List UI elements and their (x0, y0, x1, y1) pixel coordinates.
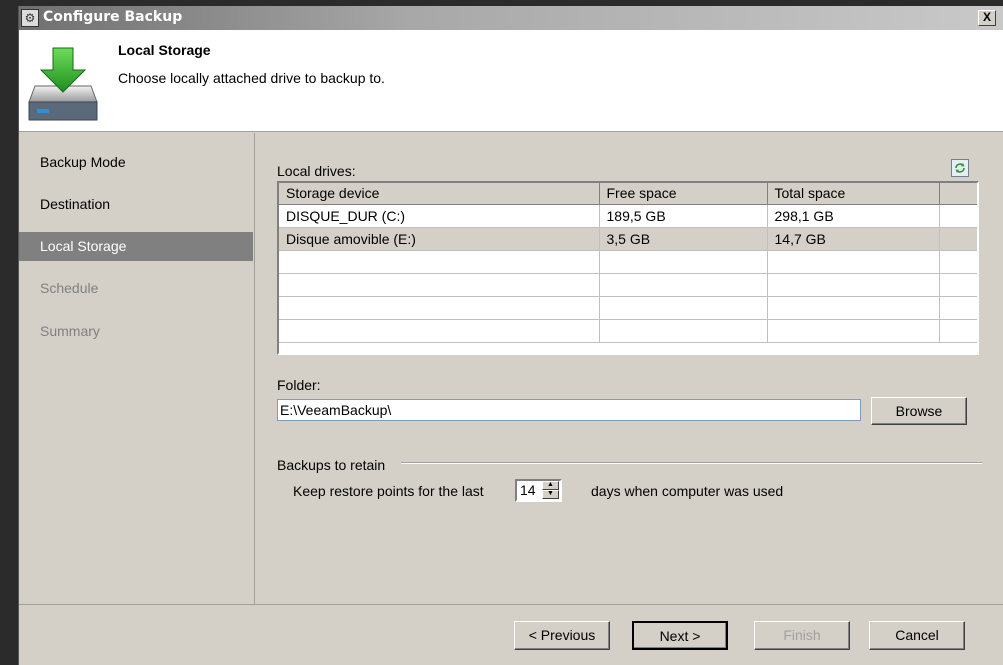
stepper-down-arrow-icon[interactable]: ▼ (542, 490, 559, 499)
column-free-space[interactable]: Free space (599, 183, 768, 205)
title-bar[interactable]: ⚙ Configure Backup X (19, 6, 1003, 30)
wizard-header: Local Storage Choose locally attached dr… (19, 30, 1003, 132)
empty-row (279, 273, 977, 297)
empty-row (279, 250, 977, 274)
header-title: Local Storage (118, 42, 211, 58)
window-title: Configure Backup (43, 9, 183, 25)
app-gear-icon: ⚙ (21, 9, 39, 27)
table-row[interactable]: DISQUE_DUR (C:) 189,5 GB 298,1 GB (279, 204, 977, 228)
column-total-space[interactable]: Total space (767, 183, 940, 205)
table-header-row: Storage device Free space Total space (279, 183, 977, 205)
drive-download-icon (28, 47, 98, 121)
finish-button: Finish (754, 621, 850, 650)
empty-row (279, 319, 977, 343)
backups-to-retain-label: Backups to retain (277, 457, 386, 473)
retain-prefix-label: Keep restore points for the last (293, 483, 484, 499)
cell-total: 14,7 GB (767, 227, 940, 251)
wizard-content: Local drives: Storage device Free space … (256, 133, 1003, 604)
wizard-steps-sidebar: Backup Mode Destination Local Storage Sc… (19, 133, 255, 604)
table-row-selected[interactable]: Disque amovible (E:) 3,5 GB 14,7 GB (279, 227, 977, 251)
folder-path-input[interactable]: E:\VeeamBackup\ (277, 399, 861, 421)
browse-button[interactable]: Browse (871, 397, 967, 425)
sidebar-item-schedule: Schedule (40, 280, 99, 296)
next-button[interactable]: Next > (632, 621, 728, 650)
refresh-icon (955, 163, 965, 173)
sidebar-item-summary: Summary (40, 323, 100, 339)
retain-suffix-label: days when computer was used (591, 483, 784, 499)
sidebar-item-backup-mode[interactable]: Backup Mode (19, 148, 253, 177)
stepper-value[interactable]: 14 (520, 482, 536, 498)
cell-device: Disque amovible (E:) (279, 227, 600, 251)
header-description: Choose locally attached drive to backup … (118, 70, 385, 86)
cell-total: 298,1 GB (767, 204, 940, 228)
column-storage-device[interactable]: Storage device (279, 183, 600, 205)
cell-device: DISQUE_DUR (C:) (279, 204, 600, 228)
stepper-up-arrow-icon[interactable]: ▲ (542, 481, 559, 490)
empty-row (279, 296, 977, 320)
cancel-button[interactable]: Cancel (869, 621, 965, 650)
configure-backup-window: ⚙ Configure Backup X Local Storage Choos… (18, 6, 1003, 665)
local-drives-label: Local drives: (277, 163, 356, 179)
previous-button[interactable]: < Previous (514, 621, 610, 650)
sidebar-item-local-storage[interactable]: Local Storage (19, 232, 253, 261)
restore-points-stepper[interactable]: 14 ▲ ▼ (515, 479, 562, 502)
sidebar-item-destination[interactable]: Destination (19, 190, 253, 219)
folder-label: Folder: (277, 377, 321, 393)
refresh-button[interactable] (951, 159, 969, 177)
close-button[interactable]: X (978, 10, 996, 26)
drives-table: Storage device Free space Total space DI… (277, 181, 979, 355)
cell-free: 3,5 GB (599, 227, 768, 251)
cell-free: 189,5 GB (599, 204, 768, 228)
column-filler (939, 183, 977, 205)
wizard-footer: < Previous Next > Finish Cancel (19, 604, 1003, 665)
group-divider (401, 462, 982, 464)
